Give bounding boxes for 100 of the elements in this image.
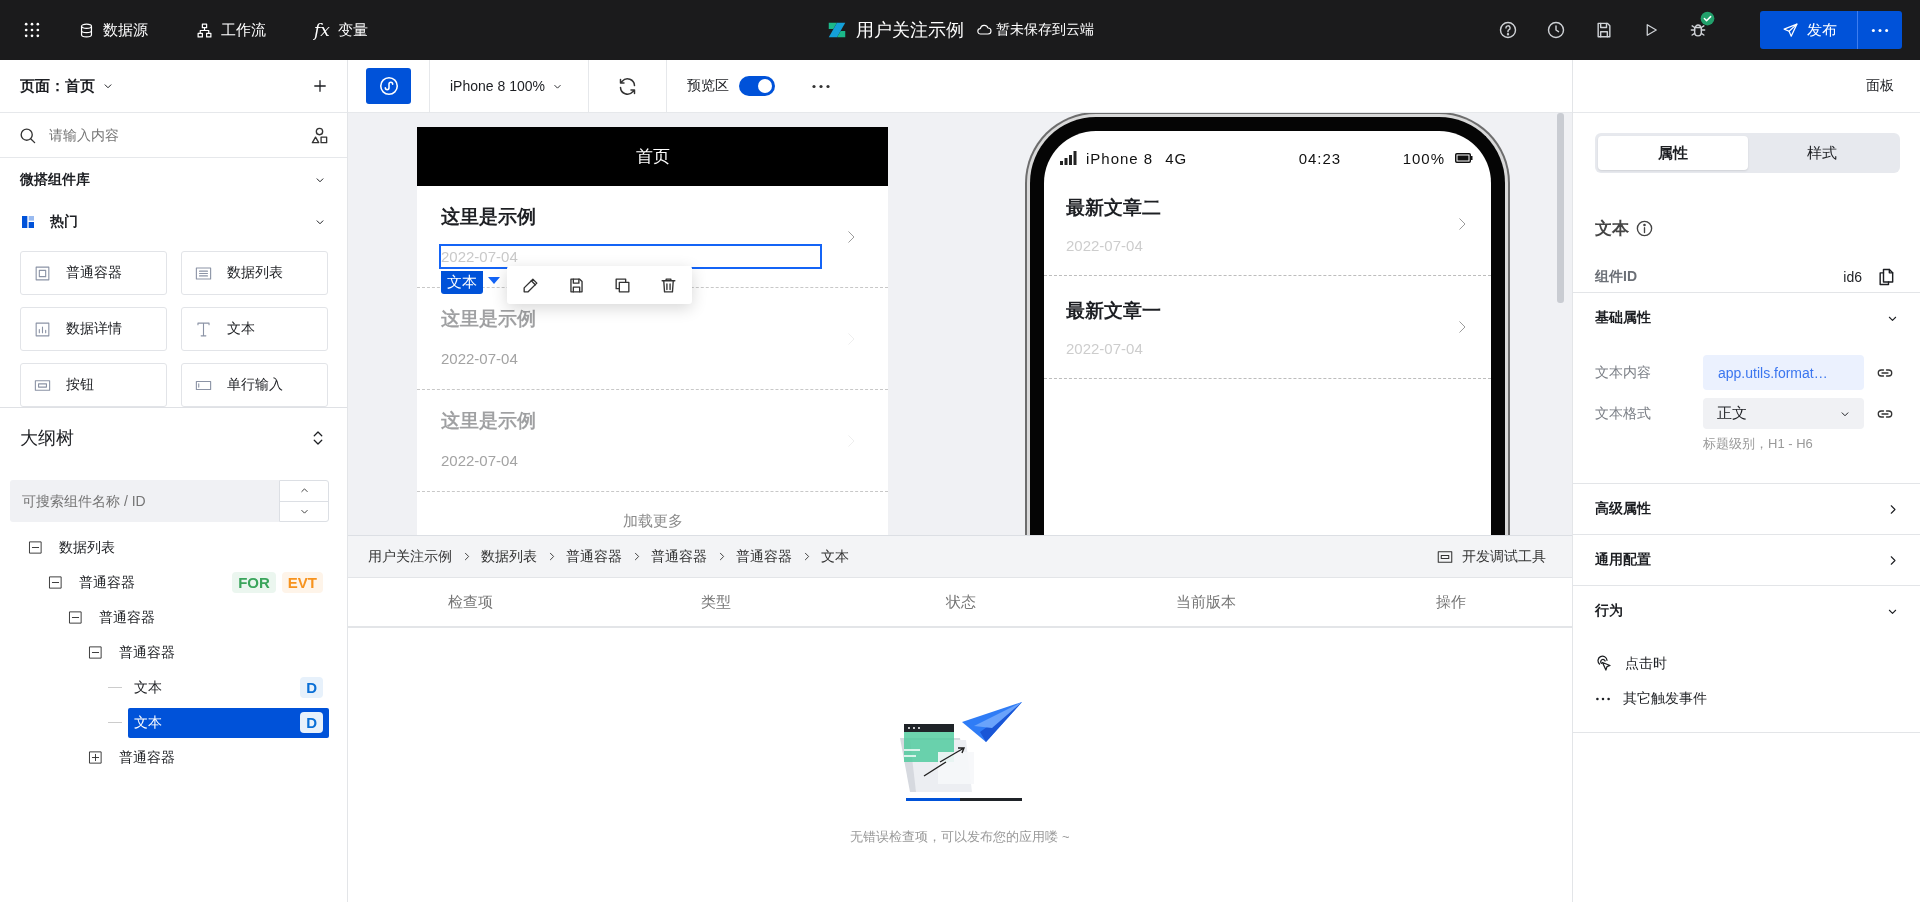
copy-icon[interactable] bbox=[613, 275, 633, 295]
component-button[interactable]: 文本 bbox=[181, 307, 328, 351]
add-page-icon[interactable] bbox=[311, 77, 329, 95]
breadcrumb-link[interactable]: 用户关注示例 bbox=[368, 547, 452, 566]
component-button[interactable]: 单行输入 bbox=[181, 363, 328, 407]
collapse-box-icon[interactable] bbox=[68, 610, 83, 625]
tab[interactable]: 样式 bbox=[1747, 136, 1897, 170]
binding-field[interactable]: app.utils.format… bbox=[1703, 355, 1864, 390]
breadcrumb-link[interactable]: 普通容器 bbox=[651, 547, 707, 566]
collapse-box-icon[interactable] bbox=[28, 540, 43, 555]
component-search-field[interactable]: 请输入内容 bbox=[49, 123, 298, 147]
outline-title: 大纲树 bbox=[20, 427, 74, 450]
device-selector[interactable]: iPhone 8 100% bbox=[430, 78, 588, 94]
format-select[interactable]: 正文 bbox=[1703, 398, 1864, 429]
selection-tag: 文本 bbox=[441, 271, 483, 294]
shapes-icon[interactable] bbox=[310, 125, 329, 145]
info-icon[interactable] bbox=[1635, 219, 1654, 238]
panel-button[interactable]: 面板 bbox=[1860, 76, 1900, 96]
function-icon: fx bbox=[314, 20, 330, 40]
network-label: 4G bbox=[1165, 149, 1188, 167]
component-id-label: 组件ID bbox=[1595, 268, 1638, 286]
component-button[interactable]: 数据详情 bbox=[20, 307, 167, 351]
status-time: 04:23 bbox=[1297, 149, 1342, 167]
tree-item[interactable]: 普通容器 FOR EVT bbox=[73, 567, 329, 598]
app-title: 用户关注示例 bbox=[856, 19, 964, 42]
page-selector[interactable]: 页面：首页 bbox=[20, 76, 115, 96]
flowchart-icon bbox=[196, 21, 213, 39]
check-badge-icon bbox=[1700, 11, 1715, 26]
page-title: 首页 bbox=[635, 146, 670, 168]
apps-grid-icon[interactable] bbox=[22, 20, 42, 40]
tree-item[interactable]: 普通容器 bbox=[113, 742, 329, 773]
event-item[interactable]: 其它触发事件 bbox=[1573, 681, 1920, 716]
component-title: 文本 bbox=[1595, 218, 1629, 240]
column-header: 当前版本 bbox=[1174, 592, 1237, 612]
tree-item[interactable]: 数据列表 bbox=[53, 532, 329, 563]
section-title: 高级属性 bbox=[1595, 500, 1651, 518]
cloud-icon bbox=[976, 22, 992, 38]
tab[interactable]: 属性 bbox=[1598, 136, 1748, 170]
load-more-link[interactable]: 加载更多 bbox=[622, 511, 683, 531]
section-title: 行为 bbox=[1595, 602, 1623, 620]
list-item-date: 2022-07-04 bbox=[440, 451, 519, 471]
signal-icon bbox=[1060, 151, 1078, 165]
section-title: 基础属性 bbox=[1595, 309, 1651, 327]
field-hint: 标题级别，H1 - H6 bbox=[1703, 435, 1814, 453]
column-header: 类型 bbox=[699, 592, 732, 612]
component-button[interactable]: 数据列表 bbox=[181, 251, 328, 295]
mini-program-button[interactable] bbox=[366, 68, 411, 104]
save-icon[interactable] bbox=[1594, 20, 1614, 40]
history-icon[interactable] bbox=[1546, 20, 1566, 40]
tree-item[interactable]: 普通容器 bbox=[113, 637, 329, 668]
expand-box-icon[interactable] bbox=[88, 750, 103, 765]
column-header: 检查项 bbox=[447, 592, 494, 612]
nav-item[interactable]: 数据源 bbox=[78, 20, 148, 40]
breadcrumb-link[interactable]: 文本 bbox=[821, 547, 849, 566]
empty-message: 无错误检查项，可以发布您的应用喽 ~ bbox=[850, 828, 1070, 846]
help-icon[interactable] bbox=[1498, 20, 1518, 40]
more-icon bbox=[1871, 27, 1889, 33]
database-icon bbox=[78, 21, 95, 39]
list-item-title: 这里是示例 bbox=[441, 409, 537, 433]
outline-search-field[interactable]: 可搜索组件名称 / ID bbox=[10, 480, 279, 522]
list-item-date: 2022-07-04 bbox=[440, 349, 519, 369]
copy-icon[interactable] bbox=[1876, 267, 1896, 287]
nav-item[interactable]: fx 变量 bbox=[314, 20, 368, 40]
badge: D bbox=[300, 712, 323, 733]
breadcrumb-link[interactable]: 普通容器 bbox=[736, 547, 792, 566]
tree-item[interactable]: 普通容器 bbox=[93, 602, 329, 633]
tree-item[interactable]: 文本 D bbox=[128, 672, 329, 703]
list-item-title: 这里是示例 bbox=[441, 205, 537, 229]
component-button[interactable]: 普通容器 bbox=[20, 251, 167, 295]
publish-button[interactable]: 发布 bbox=[1760, 11, 1857, 49]
battery-level: 100% bbox=[1402, 149, 1445, 167]
preview-toggle[interactable] bbox=[738, 76, 775, 96]
send-icon bbox=[1782, 21, 1799, 39]
article-title: 最新文章二 bbox=[1066, 195, 1162, 220]
dev-tools-button[interactable]: 开发调试工具 bbox=[1430, 546, 1552, 567]
badge: EVT bbox=[281, 572, 323, 593]
badge: FOR bbox=[232, 572, 276, 593]
library-title: 微搭组件库 bbox=[20, 170, 90, 189]
more-icon[interactable] bbox=[810, 83, 831, 89]
list-item-title: 这里是示例 bbox=[441, 307, 537, 331]
save-status: 暂未保存到云端 bbox=[976, 21, 1094, 39]
mini-program-icon bbox=[377, 75, 400, 97]
event-item[interactable]: 点击时 bbox=[1573, 646, 1920, 681]
field-label: 文本格式 bbox=[1595, 404, 1652, 423]
breadcrumb-link[interactable]: 普通容器 bbox=[566, 547, 622, 566]
more-icon bbox=[1595, 696, 1611, 701]
component-id: id6 bbox=[1843, 269, 1862, 285]
component-button[interactable]: 按钮 bbox=[20, 363, 167, 407]
nav-item[interactable]: 工作流 bbox=[196, 20, 266, 40]
collapse-box-icon[interactable] bbox=[48, 575, 63, 590]
column-header: 操作 bbox=[1434, 592, 1467, 612]
tree-item[interactable]: 文本 D bbox=[128, 707, 329, 738]
breadcrumb-link[interactable]: 数据列表 bbox=[481, 547, 537, 566]
category-title: 热门 bbox=[50, 213, 78, 231]
pointer-click-icon bbox=[1595, 654, 1613, 673]
collapse-box-icon[interactable] bbox=[88, 645, 103, 660]
caret-icon[interactable] bbox=[488, 277, 500, 285]
column-header: 状态 bbox=[944, 592, 977, 612]
field-label: 文本内容 bbox=[1595, 363, 1652, 382]
article-title: 最新文章一 bbox=[1066, 298, 1162, 323]
